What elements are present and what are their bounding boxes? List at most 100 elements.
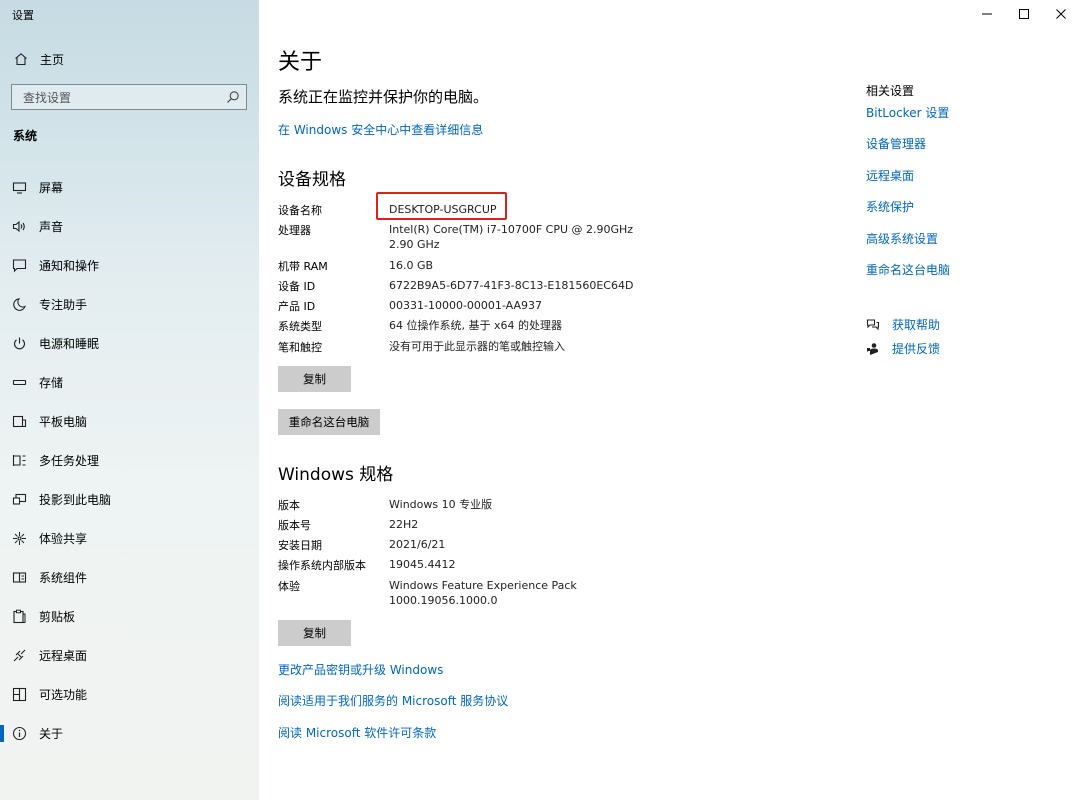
notification-icon bbox=[12, 258, 27, 273]
sidebar-item-display[interactable]: 屏幕 bbox=[0, 168, 259, 207]
rename-pc-link[interactable]: 重命名这台电脑 bbox=[866, 261, 950, 278]
features-icon bbox=[12, 687, 27, 702]
services-agreement-link[interactable]: 阅读适用于我们服务的 Microsoft 服务协议 bbox=[278, 692, 508, 709]
sidebar-item-sound[interactable]: 声音 bbox=[0, 207, 259, 246]
spec-key: 笔和触控 bbox=[278, 341, 322, 354]
sidebar-item-notifications[interactable]: 通知和操作 bbox=[0, 246, 259, 285]
spec-row: 体验 Windows Feature Experience Pack 1000.… bbox=[278, 578, 798, 608]
search-icon[interactable] bbox=[226, 90, 240, 104]
sidebar-item-tablet[interactable]: 平板电脑 bbox=[0, 402, 259, 441]
sidebar-item-storage[interactable]: 存储 bbox=[0, 363, 259, 402]
spec-key: 系统类型 bbox=[278, 320, 322, 333]
project-icon bbox=[12, 492, 27, 507]
sidebar-item-label: 剪贴板 bbox=[39, 610, 76, 624]
device-specs-heading: 设备规格 bbox=[278, 170, 346, 190]
sidebar-item-home[interactable]: 主页 bbox=[0, 46, 259, 72]
minimize-button[interactable] bbox=[968, 0, 1006, 28]
sidebar-item-label: 存储 bbox=[39, 376, 64, 390]
spec-key: 体验 bbox=[278, 580, 300, 593]
sidebar-item-label: 声音 bbox=[39, 220, 64, 234]
windows-specs-heading: Windows 规格 bbox=[278, 465, 394, 485]
spec-value: Windows Feature Experience Pack 1000.190… bbox=[389, 579, 577, 607]
advanced-system-settings-link[interactable]: 高级系统设置 bbox=[866, 230, 938, 247]
spec-row: 处理器 Intel(R) Core(TM) i7-10700F CPU @ 2.… bbox=[278, 222, 798, 252]
components-icon bbox=[12, 570, 27, 585]
sidebar-item-optional-features[interactable]: 可选功能 bbox=[0, 675, 259, 714]
close-button[interactable] bbox=[1042, 0, 1080, 28]
spec-value: 没有可用于此显示器的笔或触控输入 bbox=[389, 340, 565, 353]
sidebar-item-shared-experiences[interactable]: 体验共享 bbox=[0, 519, 259, 558]
sidebar-item-system-components[interactable]: 系统组件 bbox=[0, 558, 259, 597]
page-title: 关于 bbox=[278, 50, 323, 75]
spec-row: 系统类型 64 位操作系统, 基于 x64 的处理器 bbox=[278, 318, 798, 334]
home-icon bbox=[14, 52, 28, 66]
copy-windows-specs-button[interactable]: 复制 bbox=[278, 620, 351, 646]
spec-key: 设备 ID bbox=[278, 280, 316, 293]
info-icon bbox=[12, 726, 27, 741]
sidebar-nav: 屏幕 声音 通知和操作 专注助手 电源和睡眠 存储 平板电脑 多任务处理 投影到… bbox=[0, 168, 259, 753]
spec-key: 设备名称 bbox=[278, 204, 322, 217]
security-center-link[interactable]: 在 Windows 安全中心中查看详细信息 bbox=[278, 121, 483, 138]
get-help-link[interactable]: 获取帮助 bbox=[866, 316, 940, 333]
remote-desktop-link[interactable]: 远程桌面 bbox=[866, 167, 914, 184]
spec-value: 19045.4412 bbox=[389, 558, 456, 571]
spec-key: 处理器 bbox=[278, 224, 311, 237]
share-icon bbox=[12, 531, 27, 546]
spec-key: 版本 bbox=[278, 499, 300, 512]
give-feedback-link[interactable]: 提供反馈 bbox=[866, 340, 940, 357]
power-icon bbox=[12, 336, 27, 351]
spec-key: 操作系统内部版本 bbox=[278, 559, 366, 572]
bitlocker-settings-link[interactable]: BitLocker 设置 bbox=[866, 104, 949, 121]
copy-device-specs-button[interactable]: 复制 bbox=[278, 366, 351, 392]
related-settings-heading: 相关设置 bbox=[866, 84, 915, 98]
device-manager-link[interactable]: 设备管理器 bbox=[866, 135, 926, 152]
sidebar-item-about[interactable]: 关于 bbox=[0, 714, 259, 753]
feedback-icon bbox=[866, 342, 880, 356]
spec-row: 版本 Windows 10 专业版 bbox=[278, 497, 798, 513]
license-terms-link[interactable]: 阅读 Microsoft 软件许可条款 bbox=[278, 724, 436, 741]
sidebar-item-label: 远程桌面 bbox=[39, 649, 88, 663]
tablet-icon bbox=[12, 414, 27, 429]
get-help-label: 获取帮助 bbox=[892, 318, 941, 332]
spec-row: 产品 ID 00331-10000-00001-AA937 bbox=[278, 298, 798, 314]
spec-value: 6722B9A5-6D77-41F3-8C13-E181560EC64D bbox=[389, 279, 634, 292]
spec-value: Intel(R) Core(TM) i7-10700F CPU @ 2.90GH… bbox=[389, 223, 634, 251]
rename-pc-button[interactable]: 重命名这台电脑 bbox=[278, 409, 380, 435]
sidebar-item-label: 可选功能 bbox=[39, 688, 88, 702]
spec-key: 版本号 bbox=[278, 519, 311, 532]
sidebar-item-label: 电源和睡眠 bbox=[39, 337, 100, 351]
spec-row: 机带 RAM 16.0 GB bbox=[278, 258, 798, 274]
spec-row: 设备 ID 6722B9A5-6D77-41F3-8C13-E181560EC6… bbox=[278, 278, 798, 294]
multitask-icon bbox=[12, 453, 27, 468]
sidebar-item-label: 专注助手 bbox=[39, 298, 88, 312]
sidebar-item-clipboard[interactable]: 剪贴板 bbox=[0, 597, 259, 636]
spec-row: 笔和触控 没有可用于此显示器的笔或触控输入 bbox=[278, 339, 798, 355]
sidebar-item-power[interactable]: 电源和睡眠 bbox=[0, 324, 259, 363]
storage-icon bbox=[12, 375, 27, 390]
minimize-icon bbox=[982, 9, 992, 19]
sidebar-item-multitasking[interactable]: 多任务处理 bbox=[0, 441, 259, 480]
sidebar-item-label: 屏幕 bbox=[39, 181, 64, 195]
change-product-key-link[interactable]: 更改产品密钥或升级 Windows bbox=[278, 661, 443, 678]
sidebar-item-label: 投影到此电脑 bbox=[39, 493, 112, 507]
sidebar-item-label: 系统组件 bbox=[39, 571, 88, 585]
search-input[interactable]: 查找设置 bbox=[11, 84, 247, 110]
maximize-button[interactable] bbox=[1005, 0, 1043, 28]
sidebar-item-project[interactable]: 投影到此电脑 bbox=[0, 480, 259, 519]
remote-icon bbox=[12, 648, 27, 663]
spec-row: 操作系统内部版本 19045.4412 bbox=[278, 557, 798, 573]
close-icon bbox=[1056, 9, 1066, 19]
sidebar-item-label: 平板电脑 bbox=[39, 415, 88, 429]
sidebar-item-label: 体验共享 bbox=[39, 532, 88, 546]
sidebar-item-focus-assist[interactable]: 专注助手 bbox=[0, 285, 259, 324]
speaker-icon bbox=[12, 219, 27, 234]
spec-value: 2021/6/21 bbox=[389, 538, 446, 551]
system-protection-link[interactable]: 系统保护 bbox=[866, 198, 914, 215]
main-content: 关于 系统正在监控并保护你的电脑。 在 Windows 安全中心中查看详细信息 … bbox=[278, 0, 838, 800]
help-chat-icon bbox=[866, 318, 880, 332]
sidebar-item-remote-desktop[interactable]: 远程桌面 bbox=[0, 636, 259, 675]
sidebar-item-label: 多任务处理 bbox=[39, 454, 100, 468]
spec-value: 22H2 bbox=[389, 518, 419, 531]
spec-key: 产品 ID bbox=[278, 300, 316, 313]
window-title: 设置 bbox=[12, 9, 34, 22]
